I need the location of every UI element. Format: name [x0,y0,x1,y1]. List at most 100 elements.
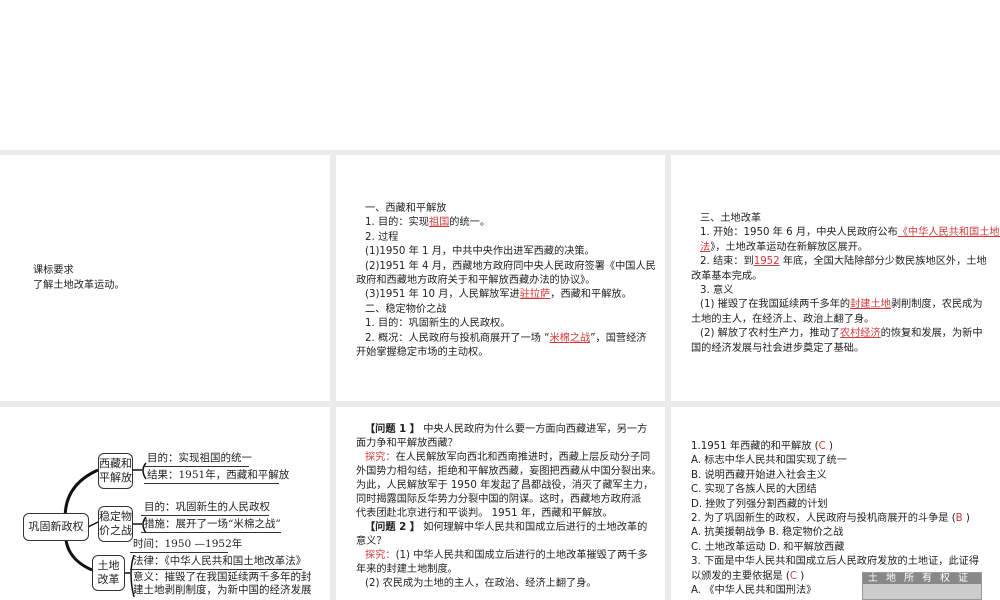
text-segment: ，西藏和平解放。 [550,289,632,301]
text-line: (3)1951 年 10 月，人民解放军进驻拉萨，西藏和平解放。 [356,288,656,302]
fill-blank: 祖国 [428,217,450,229]
exercise-3-answer: C [789,570,798,582]
exercise-option: C. 土地改革运动 D. 和平解放西藏 [691,541,845,553]
text-segment: 改革基本完成。 [691,270,763,282]
text-segment: 1. 开始：1950 年 6 月，中央人民政府公布 [700,227,898,239]
branch-label: 稳定物价之战 [99,510,132,537]
explore-label: 探究： [365,550,396,561]
question-2-text: 如何理解中华人民共和国成立后进行的土地改革的 [423,522,648,533]
text-segment: (2)1951 年 4 月，西藏地方政府同中央人民政府签署《中国人民 [365,260,656,272]
answer-1-line: 在人民解放军向西北和西南推进时，西藏上层反动分子同 [395,452,651,463]
text-segment: 剥削制度，农民成为 [890,299,983,311]
text-line: 改革基本完成。 [691,270,1000,284]
exercise-2-stem: 2. 为了巩固新生的政权，人民政府与投机商展开的斗争是 ( [691,513,956,525]
mindmap-leaf: 目的：实现祖国的统一 [144,451,252,467]
text-line: (2) 解放了农村生产力，推动了农村经济的恢复和发展，为新中 [691,327,1000,341]
question-1-text-cont: 面力争和平解放西藏？ [356,438,458,449]
text-segment: 2. 结束：到 [700,256,754,268]
slide-knowledge-1[interactable]: 一、西藏和平解放 1. 目的：实现祖国的统一。 2. 过程 (1)1950 年 1 月… [336,155,665,401]
fill-blank: 驻拉萨 [519,289,551,301]
paren-close: ) [797,570,805,582]
mindmap-branch-land: 土地改革 [92,555,125,591]
mindmap-branch-prices: 稳定物价之战 [98,506,133,542]
text-line: (2)1951 年 4 月，西藏地方政府同中央人民政府签署《中国人民 [356,260,656,274]
exercise-3-stem-cont: 以颁发的主要依据是 ( [691,570,790,582]
answer-2-line: (2) 农民成为土地的主人，在政治、经济上翻了身。 [365,578,597,589]
explore-label: 探究： [365,452,396,463]
text-segment: 2. 过程 [365,231,399,243]
exercise-2-answer: B [955,513,963,525]
text-segment: 政府和西藏地方政府关于和平解放西藏办法的协议》。 [356,275,596,287]
answer-1-line: 外国势力相勾结，拒绝和平解放西藏，妄图把西藏从中国分裂出来。 [356,466,662,477]
text-line: 开始掌握稳定市场的主动权。 [356,346,656,360]
text-segment: 一、西藏和平解放 [365,203,447,214]
answer-2-line: 年来的封建土地制度。 [356,564,458,575]
slide-course-requirement[interactable]: 课标要求 了解土地改革运动。 [0,155,330,401]
text-line: 1. 目的：巩固新生的人民政权。 [356,317,656,331]
requirement-text: 了解土地改革运动。 [33,280,125,291]
mindmap-leaf: 法律：《中华人民共和国土地改革法》 [130,554,306,570]
text-line: 法》，土地改革运动在新解放区展开。 [691,241,1000,255]
text-line: 国的经济发展与社会进步奠定了基础。 [691,342,1000,356]
text-segment: 二、稳定物价之战 [365,303,447,315]
slide-questions[interactable]: 【问题 1 】 中央人民政府为什么要一方面向西藏进军，另一方 面力争和平解放西藏… [336,407,665,600]
paren-close: ) [825,441,833,452]
text-segment: (1) 摧毁了在我国延续两千多年的 [700,299,851,311]
fill-blank: 1952 [753,256,780,268]
text-segment: 开始掌握稳定市场的主动权。 [356,347,489,359]
text-line: 3. 意义 [691,284,1000,298]
paren-close: ) [962,513,970,525]
text-line: 1. 开始：1950 年 6 月，中央人民政府公布《中华人民共和国土地改革 [691,226,1000,240]
text-line: 1. 目的：实现祖国的统一。 [356,216,656,230]
text-segment: 2. 概况：人民政府与投机商展开了一场 “ [365,332,550,344]
text-segment: 的恢复和发展，为新中 [880,328,983,340]
land-certificate-caption: 土地所有权证 [863,573,981,584]
text-segment: ”，国营经济 [590,332,647,344]
mindmap-branch-tibet: 西藏和平解放 [98,453,133,489]
exercise-1-answer: C [818,441,826,452]
text-segment: 1. 目的：实现 [365,217,429,229]
exercise-option: C. 实现了各族人民的大团结 [691,484,817,496]
text-segment: (1)1950 年 1 月，中共中央作出进军西藏的决策。 [365,246,595,258]
land-certificate-image: 土地所有权证 [862,572,982,600]
requirement-heading: 课标要求 [33,265,74,276]
text-segment: 土地的主人，在经济上、政治上翻了身。 [691,313,875,325]
text-segment: 3. 意义 [700,285,734,297]
branch-label: 土地改革 [97,559,120,586]
text-line: 政府和西藏地方政府关于和平解放西藏办法的协议》。 [356,274,656,288]
fill-blank: 封建土地 [850,299,891,311]
text-line: 一、西藏和平解放 [356,202,656,216]
slide-mindmap[interactable]: 巩固新政权 西藏和平解放 稳定物价之战 土地改革 目的：实现祖国的统一 结果：1… [0,407,330,600]
answer-2-line: (1) 中华人民共和国成立后进行的土地改革摧毁了两千多 [395,550,648,561]
text-segment: 1. 目的：巩固新生的人民政权。 [365,318,511,330]
exercise-option: D. 挫败了列强分割西藏的计划 [691,498,828,510]
mindmap-root: 巩固新政权 [23,513,89,541]
answer-1-line: 代表团赴北京进行和平谈判。 1951 年，西藏和平解放。 [356,508,613,519]
text-segment: (3)1951 年 10 月，人民解放军进 [365,289,520,301]
text-segment: 年底，全国大陆除部分少数民族地区外，土地 [779,256,987,268]
text-segment: 国的经济发展与社会进步奠定了基础。 [691,342,865,354]
question-1-tag: 【问题 1 】 [365,424,420,435]
mindmap-leaf: 措施：展开了一场“米棉之战” [141,517,281,533]
question-1-text: 中央人民政府为什么要一方面向西藏进军，另一方 [423,424,648,435]
exercise-3-stem: 3. 下面是中华人民共和国成立后人民政府发放的土地证，此证得 [691,556,980,568]
mindmap-leaf: 目的：巩固新生的人民政权 [141,500,270,516]
mindmap-leaf: 结果：1951年，西藏和平解放 [144,468,289,484]
exercise-option: B. 说明西藏开始进入社会主义 [691,469,827,481]
text-line: 2. 结束：到1952 年底，全国大陆除部分少数民族地区外，土地 [691,255,1000,269]
text-line: 土地的主人，在经济上、政治上翻了身。 [691,313,1000,327]
slide-knowledge-2[interactable]: 三、土地改革 1. 开始：1950 年 6 月，中央人民政府公布《中华人民共和国土… [671,155,1000,401]
mindmap-leaf: 意义：摧毁了在我国延续两千多年的封 [133,571,312,583]
text-segment: 三、土地改革 [700,213,762,224]
text-line: (1)1950 年 1 月，中共中央作出进军西藏的决策。 [356,245,656,259]
text-line: 三、土地改革 [691,212,1000,226]
exercise-option: A. 抗美援朝战争 B. 稳定物价之战 [691,527,844,539]
fill-blank: 米棉之战 [549,332,591,344]
fill-blank: 《中华人民共和国土地改革 [897,227,1000,239]
text-line: 2. 过程 [356,231,656,245]
fill-blank: 法 [700,241,711,253]
text-line: 二、稳定物价之战 [356,303,656,317]
text-segment: (2) 解放了农村生产力，推动了 [700,328,840,340]
exercise-1-stem: 1.1951 年西藏的和平解放 ( [691,441,819,452]
question-2-text-cont: 意义？ [356,536,387,547]
